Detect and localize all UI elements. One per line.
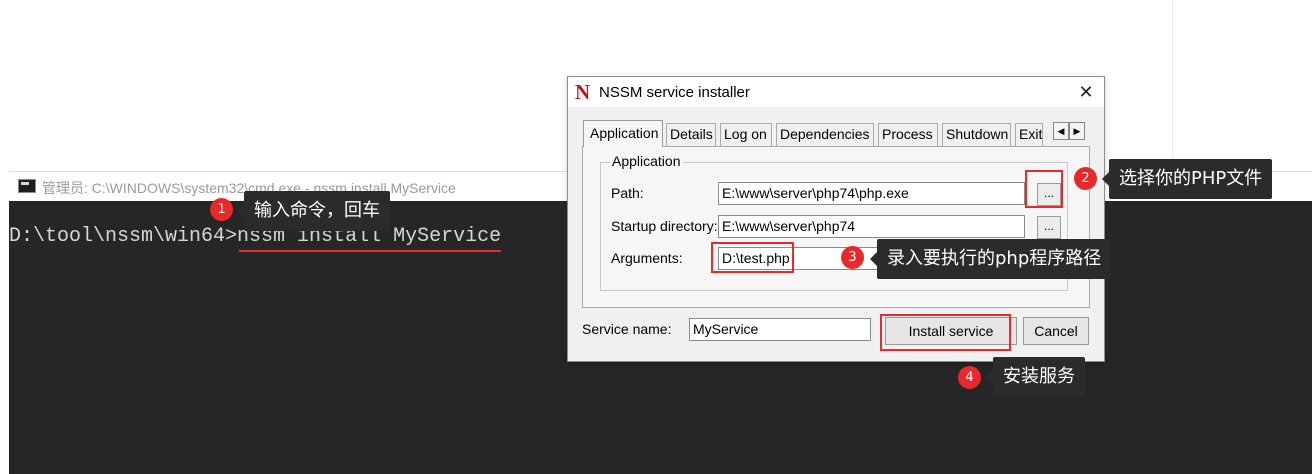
step-tooltip-1: 输入命令，回车 (237, 191, 390, 231)
step-badge-1: 1 (210, 198, 233, 221)
step-tooltip-3: 录入要执行的php程序路径 (869, 239, 1112, 279)
startup-directory-label: Startup directory: (611, 218, 718, 234)
browse-highlight-box (1025, 170, 1063, 208)
tab-process[interactable]: Process (878, 123, 938, 146)
step-badge-4: 4 (958, 366, 981, 389)
service-name-label: Service name: (582, 321, 672, 337)
step-tooltip-2: 选择你的PHP文件 (1101, 159, 1273, 199)
step-badge-2: 2 (1074, 167, 1097, 190)
console-prompt: D:\tool\nssm\win64> (9, 225, 238, 248)
arguments-highlight-box (711, 242, 794, 273)
nssm-dialog: N NSSM service installer ✕ Application D… (567, 76, 1105, 362)
group-label: Application (610, 153, 683, 169)
tab-scroll-right-icon[interactable]: ▶ (1069, 122, 1085, 140)
install-highlight-box (880, 314, 1011, 351)
close-icon[interactable]: ✕ (1068, 77, 1104, 107)
tab-details[interactable]: Details (666, 123, 716, 146)
nssm-logo-icon: N (575, 80, 591, 104)
dialog-title: NSSM service installer (599, 84, 750, 101)
tab-log-on[interactable]: Log on (720, 123, 772, 146)
cancel-button[interactable]: Cancel (1023, 317, 1089, 345)
tab-exit[interactable]: Exit (1015, 123, 1043, 146)
path-field[interactable]: E:\www\server\php74\php.exe (718, 182, 1025, 205)
service-name-field[interactable]: MyService (689, 318, 871, 341)
command-highlight-underline (239, 250, 501, 252)
tab-scroll-left-icon[interactable]: ◀ (1053, 122, 1069, 140)
console-icon (18, 179, 36, 193)
dialog-titlebar[interactable]: N NSSM service installer ✕ (568, 77, 1104, 107)
step-badge-3: 3 (841, 246, 864, 269)
startup-browse-button[interactable]: ... (1037, 216, 1061, 239)
application-tab-panel: Application Path: E:\www\server\php74\ph… (582, 146, 1090, 308)
tab-dependencies[interactable]: Dependencies (776, 123, 874, 146)
tab-shutdown[interactable]: Shutdown (942, 123, 1011, 146)
step-tooltip-4: 安装服务 (986, 357, 1085, 397)
path-label: Path: (611, 185, 644, 201)
tab-application[interactable]: Application (583, 120, 663, 147)
startup-directory-field[interactable]: E:\www\server\php74 (718, 215, 1025, 238)
arguments-label: Arguments: (611, 250, 683, 266)
